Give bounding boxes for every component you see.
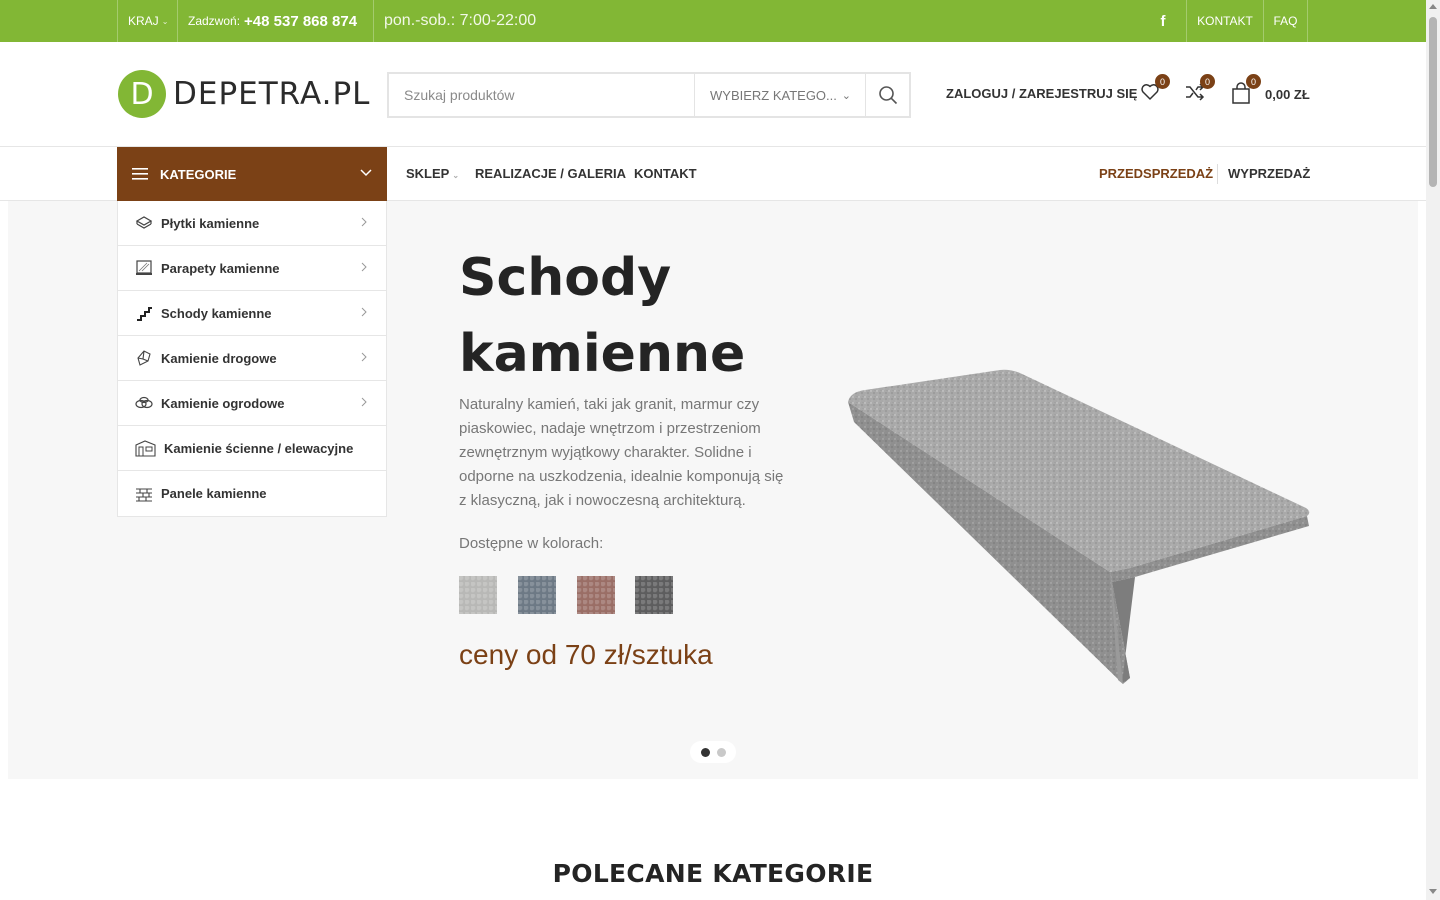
category-label: Parapety kamienne: [161, 260, 280, 276]
slider-dot-1[interactable]: [700, 747, 710, 757]
category-item-scienne[interactable]: Kamienie ścienne / elewacyjne: [118, 426, 386, 471]
category-label: Panele kamienne: [161, 486, 267, 501]
cart-button[interactable]: 0: [1231, 74, 1261, 109]
chevron-down-icon: ⌄: [452, 171, 460, 180]
scrollbar-thumb[interactable]: [1429, 17, 1437, 187]
nav-link-sklep[interactable]: SKLEP ⌄: [406, 166, 459, 181]
chevron-down-icon: [360, 169, 372, 177]
search-button[interactable]: [865, 74, 909, 116]
panels-icon: [135, 485, 153, 503]
chevron-down-icon: ⌄: [841, 89, 851, 102]
cart-count: 0: [1246, 74, 1261, 89]
search-form: WYBIERZ KATEGO... ⌄: [387, 72, 911, 118]
nav-link-przedsprzedaz[interactable]: PRZEDSPRZEDAŻ: [1099, 166, 1213, 181]
hero-title: Schody kamienne: [459, 248, 746, 384]
chevron-right-icon: [361, 217, 367, 227]
colors-label: Dostępne w kolorach:: [459, 535, 604, 552]
windowsill-icon: [135, 259, 153, 277]
nav-link-realizacje[interactable]: REALIZACJE / GALERIA: [475, 166, 626, 181]
color-swatch[interactable]: [635, 576, 673, 614]
category-item-parapety[interactable]: Parapety kamienne: [118, 246, 386, 291]
nav-divider: [1217, 164, 1218, 184]
main-header: D DEPETRA.PL WYBIERZ KATEGO... ⌄ ZALOGUJ…: [0, 42, 1426, 147]
color-swatch[interactable]: [459, 576, 497, 614]
compare-button[interactable]: 0: [1185, 74, 1215, 107]
scroll-up-arrow-icon[interactable]: [1429, 4, 1437, 9]
color-swatch[interactable]: [577, 576, 615, 614]
page-scrollbar[interactable]: [1426, 0, 1440, 900]
category-item-ogrodowe[interactable]: Kamienie ogrodowe: [118, 381, 386, 426]
site-logo[interactable]: D DEPETRA.PL: [118, 70, 370, 118]
garden-stones-icon: [135, 394, 153, 412]
categories-label: KATEGORIE: [160, 166, 237, 182]
main-navigation: KATEGORIE SKLEP ⌄ REALIZACJE / GALERIA KO…: [0, 147, 1426, 201]
category-label: Kamienie ogrodowe: [161, 395, 285, 411]
search-icon: [878, 86, 897, 105]
stairs-icon: [135, 304, 153, 322]
category-item-drogowe[interactable]: Kamienie drogowe: [118, 336, 386, 381]
category-item-plytki[interactable]: Płytki kamienne: [118, 201, 386, 246]
topbar-link-faq[interactable]: FAQ: [1263, 0, 1308, 42]
category-label: Schody kamienne: [161, 305, 272, 321]
chevron-right-icon: [361, 307, 367, 317]
hamburger-icon: [132, 168, 148, 180]
phone-label: Zadzwoń:: [188, 14, 241, 28]
chevron-right-icon: [361, 352, 367, 362]
category-label: Kamienie ścienne / elewacyjne: [164, 440, 354, 456]
categories-menu: Płytki kamienne Parapety kamienne Schody…: [117, 201, 387, 517]
stone-stair-image: [848, 369, 1310, 684]
opening-hours: pon.-sob.: 7:00-22:00: [373, 0, 536, 42]
topbar-link-kontakt[interactable]: KONTAKT: [1186, 0, 1263, 42]
login-register-link[interactable]: ZALOGUJ / ZAREJESTRUJ SIĘ: [946, 86, 1137, 101]
color-swatch[interactable]: [518, 576, 556, 614]
facebook-icon[interactable]: f: [1140, 0, 1186, 42]
hero-price: ceny od 70 zł/sztuka: [459, 639, 713, 670]
nav-link-sklep-label: SKLEP: [406, 166, 450, 181]
category-item-schody[interactable]: Schody kamienne: [118, 291, 386, 336]
facade-icon: [135, 439, 156, 457]
search-input[interactable]: [389, 74, 694, 116]
chevron-right-icon: [361, 397, 367, 407]
country-label: KRAJ: [128, 14, 159, 28]
slider-dot-2[interactable]: [716, 747, 726, 757]
cart-total[interactable]: 0,00 ZŁ: [1265, 87, 1310, 102]
phone-info[interactable]: Zadzwoń: +48 537 868 874: [177, 0, 373, 42]
country-selector[interactable]: KRAJ ⌄: [117, 0, 177, 42]
category-item-panele[interactable]: Panele kamienne: [118, 471, 386, 516]
hero-description: Naturalny kamień, taki jak granit, marmu…: [459, 396, 784, 509]
scroll-down-arrow-icon[interactable]: [1429, 889, 1437, 894]
top-bar: KRAJ ⌄ Zadzwoń: +48 537 868 874 pon.-sob.…: [0, 0, 1426, 42]
category-label: Płytki kamienne: [161, 215, 260, 231]
slider-pagination: [690, 741, 736, 763]
logo-text: DEPETRA.PL: [173, 76, 371, 112]
nav-link-kontakt[interactable]: KONTAKT: [634, 166, 697, 181]
search-category-select[interactable]: WYBIERZ KATEGO... ⌄: [694, 74, 865, 116]
nav-link-wyprzedaz[interactable]: WYPRZEDAŻ: [1228, 166, 1310, 181]
logo-mark: D: [118, 70, 166, 118]
featured-categories-heading: POLECANE KATEGORIE: [552, 859, 874, 888]
categories-toggle[interactable]: KATEGORIE: [117, 147, 387, 201]
chevron-down-icon: ⌄: [161, 16, 169, 26]
tiles-icon: [135, 214, 153, 232]
compare-count: 0: [1200, 74, 1215, 89]
chevron-right-icon: [361, 262, 367, 272]
search-category-label: WYBIERZ KATEGO...: [710, 87, 837, 103]
phone-number[interactable]: +48 537 868 874: [244, 13, 357, 30]
wishlist-count: 0: [1155, 74, 1170, 89]
wishlist-button[interactable]: 0: [1140, 74, 1170, 107]
curb-stone-icon: [135, 349, 153, 367]
category-label: Kamienie drogowe: [161, 350, 277, 366]
